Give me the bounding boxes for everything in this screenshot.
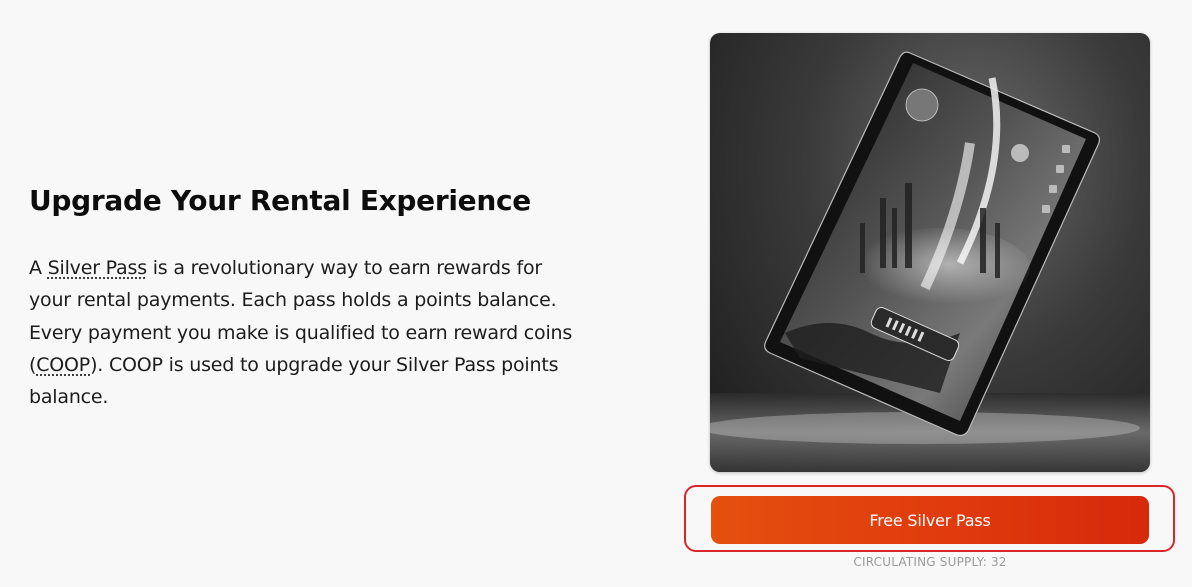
page: Upgrade Your Rental Experience A Silver … (0, 0, 1192, 587)
description-text-1: A (29, 257, 48, 279)
coop-tooltip-term[interactable]: COOP (36, 354, 90, 376)
card-shape (764, 51, 1101, 437)
circulating-supply-label: CIRCULATING SUPPLY: 32 (853, 555, 1007, 569)
card-illustration (710, 51, 1150, 472)
hero-description: A Silver Pass is a revolutionary way to … (29, 252, 589, 413)
free-silver-pass-button[interactable]: Free Silver Pass (711, 496, 1149, 544)
silver-pass-tooltip-term[interactable]: Silver Pass (48, 257, 147, 279)
description-text-3: ). COOP is used to upgrade your Silver P… (29, 353, 559, 409)
page-title: Upgrade Your Rental Experience (29, 184, 531, 217)
silver-pass-card-image (710, 33, 1150, 472)
hero-copy: Upgrade Your Rental Experience A Silver … (29, 182, 589, 413)
